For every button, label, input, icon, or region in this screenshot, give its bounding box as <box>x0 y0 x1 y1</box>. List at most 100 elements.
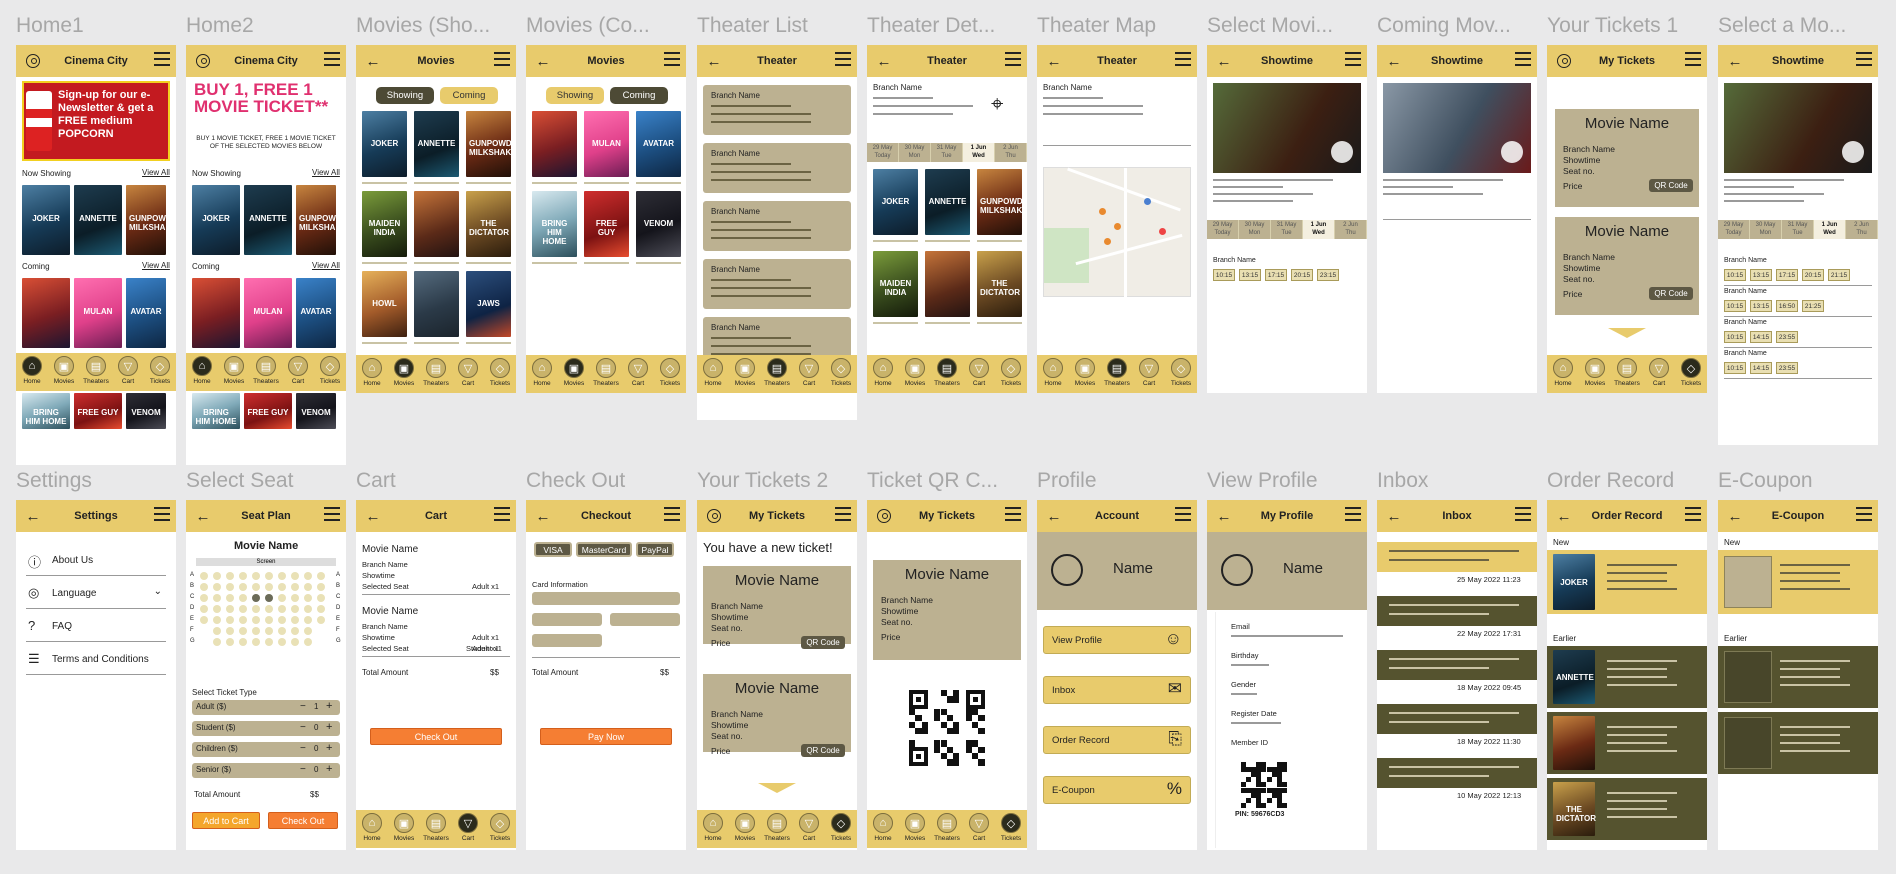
menu-icon[interactable] <box>1515 507 1531 521</box>
view-all-link[interactable]: View All <box>312 261 340 270</box>
movie-poster[interactable]: FREE GUY <box>74 393 122 429</box>
seat[interactable] <box>200 594 208 602</box>
nav-item-theaters[interactable]: ▤ Theaters <box>1104 358 1131 387</box>
seat[interactable] <box>252 572 260 580</box>
settings-item[interactable]: ☰ Terms and Conditions <box>26 649 166 675</box>
branch-card[interactable]: Branch Name <box>703 201 851 251</box>
seat[interactable] <box>317 605 325 613</box>
cvc-field[interactable] <box>610 613 680 626</box>
seat[interactable] <box>252 605 260 613</box>
menu-icon[interactable] <box>154 52 170 66</box>
scroll-down-icon[interactable] <box>1608 328 1646 338</box>
account-menu-button[interactable]: Inbox ✉ <box>1043 676 1191 704</box>
seat[interactable] <box>304 627 312 635</box>
showtime-chip[interactable]: 10:15 <box>1724 300 1746 312</box>
nav-item-cart[interactable]: ▽ Cart <box>285 356 312 385</box>
nav-item-theaters[interactable]: ▤ Theaters <box>934 358 961 387</box>
seat[interactable] <box>317 572 325 580</box>
account-menu-button[interactable]: E-Coupon% <box>1043 776 1191 804</box>
back-arrow-icon[interactable]: ← <box>192 505 214 527</box>
seat[interactable] <box>200 583 208 591</box>
view-all-link[interactable]: View All <box>142 168 170 177</box>
nav-item-movies[interactable]: ▣ Movies <box>732 813 759 842</box>
back-arrow-icon[interactable]: ← <box>1724 50 1746 72</box>
seat[interactable] <box>278 572 286 580</box>
back-arrow-icon[interactable]: ← <box>1724 505 1746 527</box>
tab-showing[interactable]: Showing <box>376 87 434 104</box>
movie-poster[interactable]: BRING HIM HOME <box>192 393 240 429</box>
seat[interactable] <box>200 572 208 580</box>
nav-item-home[interactable]: ⌂ Home <box>359 813 386 842</box>
seat[interactable] <box>304 638 312 646</box>
seat[interactable] <box>317 616 325 624</box>
menu-icon[interactable] <box>324 507 340 521</box>
nav-item-cart[interactable]: ▽ Cart <box>796 358 823 387</box>
branch-card[interactable]: Branch Name <box>703 85 851 135</box>
movie-poster[interactable] <box>1553 716 1595 770</box>
seat[interactable] <box>291 638 299 646</box>
nav-item-movies[interactable]: ▣ Movies <box>391 813 418 842</box>
showtime-chip[interactable]: 10:15 <box>1724 331 1746 343</box>
showtime-chip[interactable]: 21:25 <box>1802 300 1824 312</box>
menu-icon[interactable] <box>1005 52 1021 66</box>
avatar[interactable] <box>1221 554 1253 586</box>
showtime-chip[interactable]: 20:15 <box>1802 269 1824 281</box>
seat[interactable] <box>213 638 221 646</box>
movie-poster[interactable]: BRING HIM HOME <box>22 393 70 429</box>
menu-icon[interactable] <box>1856 507 1872 521</box>
seat[interactable] <box>213 583 221 591</box>
play-button-icon[interactable] <box>1842 141 1864 163</box>
play-button-icon[interactable] <box>1331 141 1353 163</box>
showtime-chip[interactable]: 14:15 <box>1750 331 1772 343</box>
tab-coming[interactable]: Coming <box>440 87 498 104</box>
nav-item-movies[interactable]: ▣ Movies <box>221 356 248 385</box>
nav-item-tickets[interactable]: ◇ Tickets <box>657 358 684 387</box>
nav-item-theaters[interactable]: ▤ Theaters <box>593 358 620 387</box>
nav-item-movies[interactable]: ▣ Movies <box>391 358 418 387</box>
nav-item-theaters[interactable]: ▤ Theaters <box>934 813 961 842</box>
nav-item-tickets[interactable]: ◇ Tickets <box>998 358 1025 387</box>
map-view[interactable] <box>1043 167 1191 298</box>
qr-code-button[interactable]: QR Code <box>801 636 845 649</box>
profile-icon[interactable] <box>873 505 895 527</box>
seat[interactable] <box>226 616 234 624</box>
nav-item-home[interactable]: ⌂ Home <box>1040 358 1067 387</box>
plus-button[interactable]: + <box>326 742 332 754</box>
inbox-message[interactable] <box>1377 704 1537 734</box>
seat[interactable] <box>291 594 299 602</box>
minus-button[interactable]: − <box>300 701 306 712</box>
menu-icon[interactable] <box>664 52 680 66</box>
tab-showing[interactable]: Showing <box>546 87 604 104</box>
seat[interactable] <box>239 638 247 646</box>
trailer-thumbnail[interactable] <box>1724 83 1872 173</box>
nav-item-theaters[interactable]: ▤ Theaters <box>764 813 791 842</box>
nav-item-movies[interactable]: ▣ Movies <box>561 358 588 387</box>
seat[interactable] <box>278 616 286 624</box>
nav-item-cart[interactable]: ▽ Cart <box>966 813 993 842</box>
seat[interactable] <box>304 572 312 580</box>
seat[interactable] <box>239 627 247 635</box>
promo-banner[interactable]: BUY 1, FREE 1 MOVIE TICKET** BUY 1 MOVIE … <box>192 81 340 161</box>
seat[interactable] <box>200 605 208 613</box>
menu-icon[interactable] <box>1685 507 1701 521</box>
seat[interactable] <box>304 605 312 613</box>
back-arrow-icon[interactable]: ← <box>873 50 895 72</box>
nav-item-cart[interactable]: ▽ Cart <box>966 358 993 387</box>
movie-poster[interactable]: JOKER <box>362 111 407 177</box>
movie-poster[interactable]: THE DICTATOR <box>1553 782 1596 836</box>
seat[interactable] <box>239 572 247 580</box>
plus-button[interactable]: + <box>326 721 332 733</box>
seat[interactable] <box>252 627 260 635</box>
menu-icon[interactable] <box>1005 507 1021 521</box>
branch-card[interactable]: Branch Name <box>703 259 851 309</box>
seat[interactable] <box>239 583 247 591</box>
nav-item-cart[interactable]: ▽ Cart <box>455 813 482 842</box>
showtime-chip[interactable]: 23:55 <box>1776 362 1798 374</box>
nav-item-tickets[interactable]: ◇ Tickets <box>828 813 855 842</box>
nav-item-cart[interactable]: ▽ Cart <box>1136 358 1163 387</box>
nav-item-movies[interactable]: ▣ Movies <box>902 813 929 842</box>
promo-banner[interactable]: Sign-up for our e-Newsletter & get a FRE… <box>22 81 170 161</box>
seat[interactable] <box>278 627 286 635</box>
seat[interactable] <box>265 594 273 602</box>
play-button-icon[interactable] <box>1501 141 1523 163</box>
